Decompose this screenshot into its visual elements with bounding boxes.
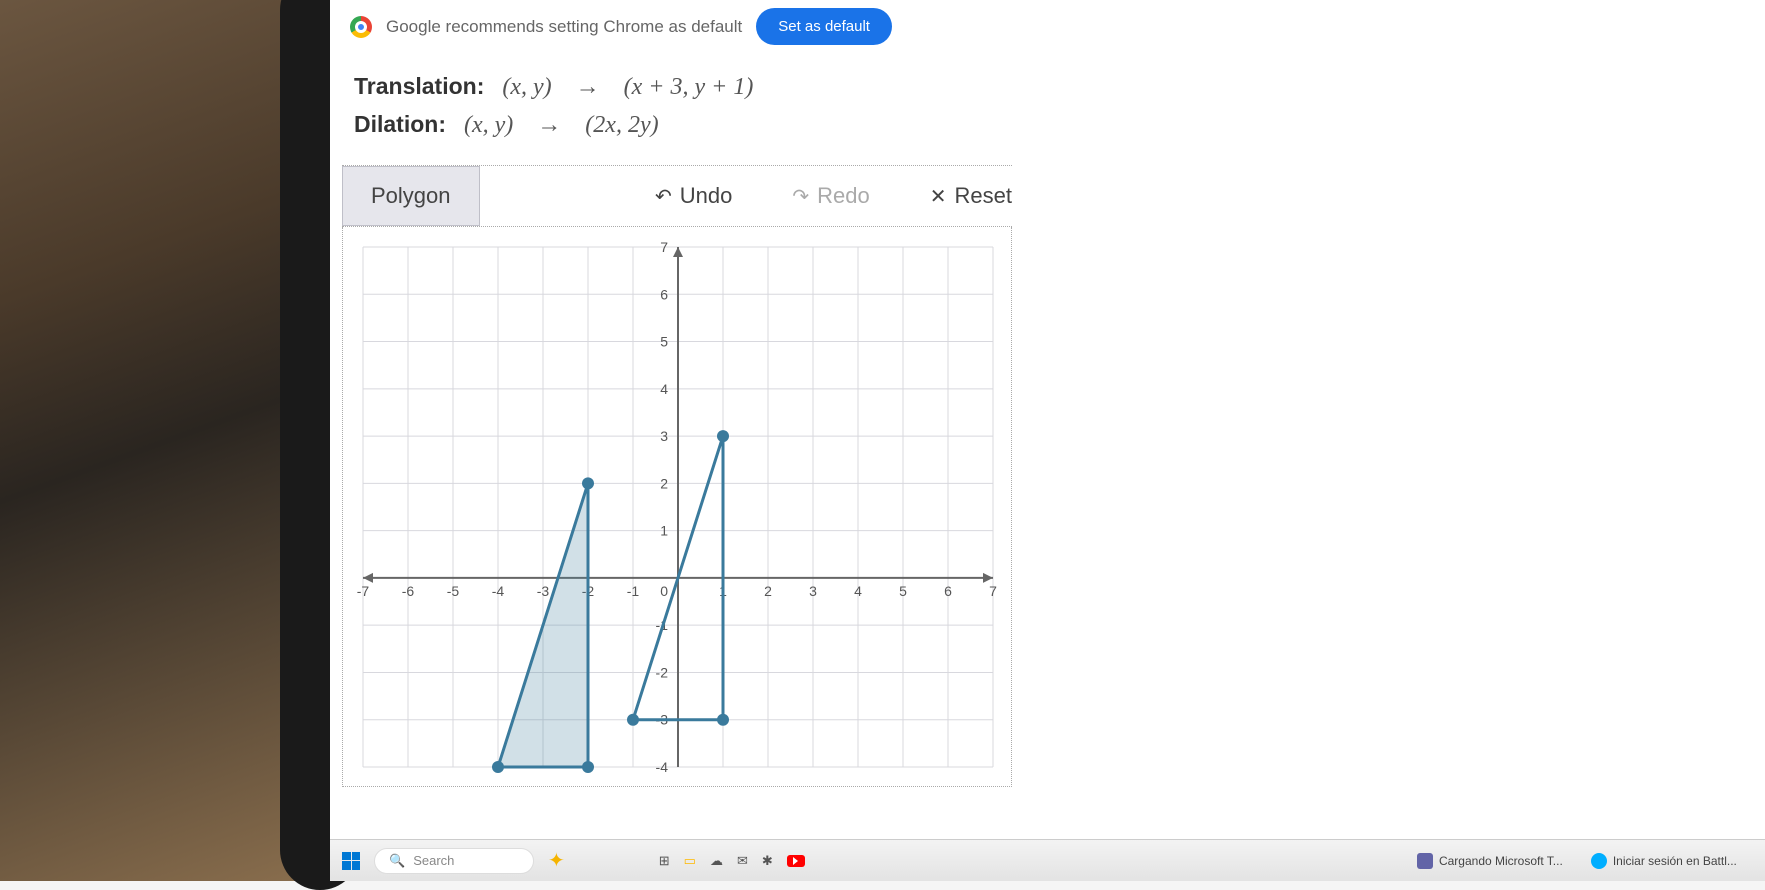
svg-text:-7: -7 xyxy=(357,583,370,599)
taskbar-search[interactable]: 🔍 Search xyxy=(374,848,534,874)
taskbar-app-label: Cargando Microsoft T... xyxy=(1439,854,1563,868)
redo-label: Redo xyxy=(817,183,870,209)
reset-label: Reset xyxy=(955,183,1012,209)
svg-text:3: 3 xyxy=(660,428,668,444)
taskbar-running-apps: Cargando Microsoft T... Iniciar sesión e… xyxy=(1409,849,1765,873)
redo-icon: ↷ xyxy=(792,184,809,209)
dilation-to: (2x, 2y) xyxy=(585,112,658,139)
chrome-banner-text: Google recommends setting Chrome as defa… xyxy=(386,17,742,37)
svg-text:4: 4 xyxy=(854,583,862,599)
reset-button[interactable]: ✕ Reset xyxy=(930,183,1012,209)
arrow-icon: → xyxy=(531,112,567,139)
svg-text:3: 3 xyxy=(809,583,817,599)
taskbar-pinned: ⊞ ▭ ☁ ✉ ✱ xyxy=(659,853,805,869)
svg-text:-4: -4 xyxy=(492,583,505,599)
windows-taskbar: 🔍 Search ✦ ⊞ ▭ ☁ ✉ ✱ Cargando Microsoft … xyxy=(330,839,1765,881)
chrome-default-banner: Google recommends setting Chrome as defa… xyxy=(330,0,1765,53)
teams-icon xyxy=(1417,853,1433,869)
svg-text:7: 7 xyxy=(989,583,997,599)
polygon-button[interactable]: Polygon xyxy=(342,166,480,226)
translation-to: (x + 3, y + 1) xyxy=(624,74,754,101)
taskbar-app-assignment[interactable]: Assignment Player - G... xyxy=(1757,849,1765,873)
svg-text:0: 0 xyxy=(660,583,668,599)
undo-button[interactable]: ↶ Undo xyxy=(655,183,732,209)
undo-icon: ↶ xyxy=(655,184,672,209)
translation-from: (x, y) xyxy=(502,74,551,101)
graph-toolbar: Polygon ↶ Undo ↷ Redo ✕ Reset xyxy=(342,165,1012,227)
graph-svg[interactable]: -7-6-5-4-3-2-11234567-4-3-2-112345670 xyxy=(343,227,1013,787)
translation-label: Translation: xyxy=(354,73,484,100)
youtube-icon[interactable] xyxy=(787,855,805,867)
svg-text:-1: -1 xyxy=(627,583,640,599)
svg-text:2: 2 xyxy=(660,475,668,491)
svg-text:4: 4 xyxy=(660,381,668,397)
taskbar-app-teams[interactable]: Cargando Microsoft T... xyxy=(1409,849,1571,873)
undo-label: Undo xyxy=(680,183,733,209)
transformation-rules: Translation: (x, y) → (x + 3, y + 1) Dil… xyxy=(330,53,1765,155)
mail-icon[interactable]: ✉ xyxy=(737,853,748,869)
search-icon: 🔍 xyxy=(389,853,405,869)
svg-text:2: 2 xyxy=(764,583,772,599)
svg-text:6: 6 xyxy=(660,286,668,302)
svg-text:-4: -4 xyxy=(656,759,669,775)
search-placeholder: Search xyxy=(413,853,454,868)
svg-text:6: 6 xyxy=(944,583,952,599)
dilation-from: (x, y) xyxy=(464,112,513,139)
set-default-button[interactable]: Set as default xyxy=(756,8,892,45)
taskbar-app-battlenet[interactable]: Iniciar sesión en Battl... xyxy=(1583,849,1745,873)
close-icon: ✕ xyxy=(930,184,947,209)
dilation-rule: Dilation: (x, y) → (2x, 2y) xyxy=(354,111,1741,139)
svg-text:5: 5 xyxy=(660,334,668,350)
redo-button[interactable]: ↷ Redo xyxy=(792,183,869,209)
explorer-icon[interactable]: ▭ xyxy=(684,853,696,869)
svg-text:5: 5 xyxy=(899,583,907,599)
coordinate-graph[interactable]: -7-6-5-4-3-2-11234567-4-3-2-112345670 xyxy=(342,227,1012,787)
dilation-label: Dilation: xyxy=(354,111,446,138)
widgets-icon[interactable]: ☁ xyxy=(710,853,723,869)
svg-text:-5: -5 xyxy=(447,583,460,599)
svg-text:-3: -3 xyxy=(537,583,550,599)
svg-text:1: 1 xyxy=(660,523,668,539)
store-icon[interactable]: ✱ xyxy=(762,853,773,869)
copilot-icon[interactable]: ✦ xyxy=(548,848,565,873)
taskbar-app-label: Iniciar sesión en Battl... xyxy=(1613,854,1737,868)
task-view-icon[interactable]: ⊞ xyxy=(659,853,670,869)
arrow-icon: → xyxy=(570,74,606,101)
translation-rule: Translation: (x, y) → (x + 3, y + 1) xyxy=(354,73,1741,101)
start-icon[interactable] xyxy=(342,852,360,870)
battlenet-icon xyxy=(1591,853,1607,869)
chrome-icon xyxy=(350,16,372,38)
svg-text:7: 7 xyxy=(660,239,668,255)
svg-text:-6: -6 xyxy=(402,583,415,599)
screen-content: Google recommends setting Chrome as defa… xyxy=(330,0,1765,881)
